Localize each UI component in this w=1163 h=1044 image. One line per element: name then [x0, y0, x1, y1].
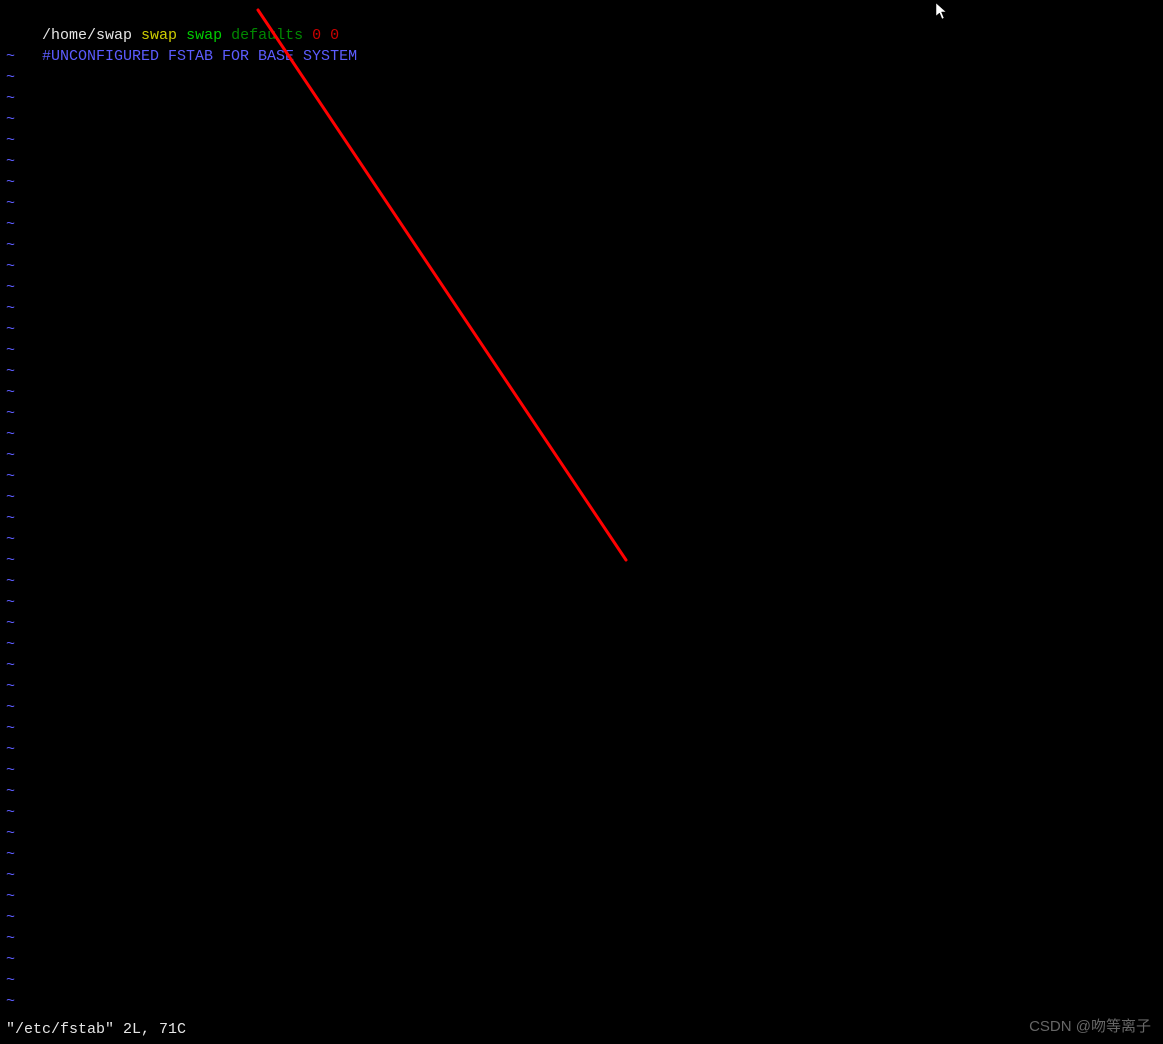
empty-line-tilde: ~	[6, 340, 1157, 361]
empty-line-tilde: ~	[6, 382, 1157, 403]
empty-line-tilde: ~	[6, 403, 1157, 424]
empty-line-tilde: ~	[6, 67, 1157, 88]
empty-line-tilde: ~	[6, 697, 1157, 718]
empty-line-tilde: ~	[6, 361, 1157, 382]
empty-line-tilde: ~	[6, 781, 1157, 802]
fstab-mount: swap	[186, 27, 222, 44]
empty-line-tilde: ~	[6, 88, 1157, 109]
empty-line-tilde: ~	[6, 634, 1157, 655]
csdn-watermark: CSDN @吻等离子	[1029, 1015, 1151, 1036]
empty-lines-area: ~~~~~~~~~~~~~~~~~~~~~~~~~~~~~~~~~~~~~~~~…	[6, 46, 1157, 1012]
fstab-pass: 0	[330, 27, 339, 44]
empty-line-tilde: ~	[6, 214, 1157, 235]
empty-line-tilde: ~	[6, 928, 1157, 949]
empty-line-tilde: ~	[6, 676, 1157, 697]
empty-line-tilde: ~	[6, 151, 1157, 172]
empty-line-tilde: ~	[6, 970, 1157, 991]
vim-status-bar: "/etc/fstab" 2L, 71C	[6, 1019, 186, 1040]
mouse-cursor-icon	[935, 2, 949, 25]
empty-line-tilde: ~	[6, 907, 1157, 928]
empty-line-tilde: ~	[6, 508, 1157, 529]
fstab-comment: #UNCONFIGURED FSTAB FOR BASE SYSTEM	[42, 48, 357, 65]
empty-line-tilde: ~	[6, 445, 1157, 466]
empty-line-tilde: ~	[6, 466, 1157, 487]
empty-line-tilde: ~	[6, 760, 1157, 781]
empty-line-tilde: ~	[6, 592, 1157, 613]
empty-line-tilde: ~	[6, 319, 1157, 340]
fstab-options: defaults	[231, 27, 303, 44]
empty-line-tilde: ~	[6, 424, 1157, 445]
empty-line-tilde: ~	[6, 172, 1157, 193]
empty-line-tilde: ~	[6, 256, 1157, 277]
fstab-dump: 0	[312, 27, 321, 44]
empty-line-tilde: ~	[6, 844, 1157, 865]
empty-line-tilde: ~	[6, 949, 1157, 970]
empty-line-tilde: ~	[6, 886, 1157, 907]
empty-line-tilde: ~	[6, 130, 1157, 151]
empty-line-tilde: ~	[6, 739, 1157, 760]
empty-line-tilde: ~	[6, 277, 1157, 298]
empty-line-tilde: ~	[6, 613, 1157, 634]
empty-line-tilde: ~	[6, 655, 1157, 676]
empty-line-tilde: ~	[6, 865, 1157, 886]
vim-editor[interactable]: /home/swap swap swap defaults 0 0 #UNCON…	[0, 0, 1163, 1044]
fstab-line-1: /home/swap swap swap defaults 0 0	[6, 4, 1157, 25]
empty-line-tilde: ~	[6, 529, 1157, 550]
empty-line-tilde: ~	[6, 298, 1157, 319]
empty-line-tilde: ~	[6, 487, 1157, 508]
empty-line-tilde: ~	[6, 550, 1157, 571]
empty-line-tilde: ~	[6, 109, 1157, 130]
empty-line-tilde: ~	[6, 193, 1157, 214]
fstab-fstype: swap	[141, 27, 177, 44]
empty-line-tilde: ~	[6, 235, 1157, 256]
empty-line-tilde: ~	[6, 802, 1157, 823]
empty-line-tilde: ~	[6, 571, 1157, 592]
empty-line-tilde: ~	[6, 823, 1157, 844]
empty-line-tilde: ~	[6, 718, 1157, 739]
empty-line-tilde: ~	[6, 991, 1157, 1012]
fstab-path: /home/swap	[42, 27, 132, 44]
